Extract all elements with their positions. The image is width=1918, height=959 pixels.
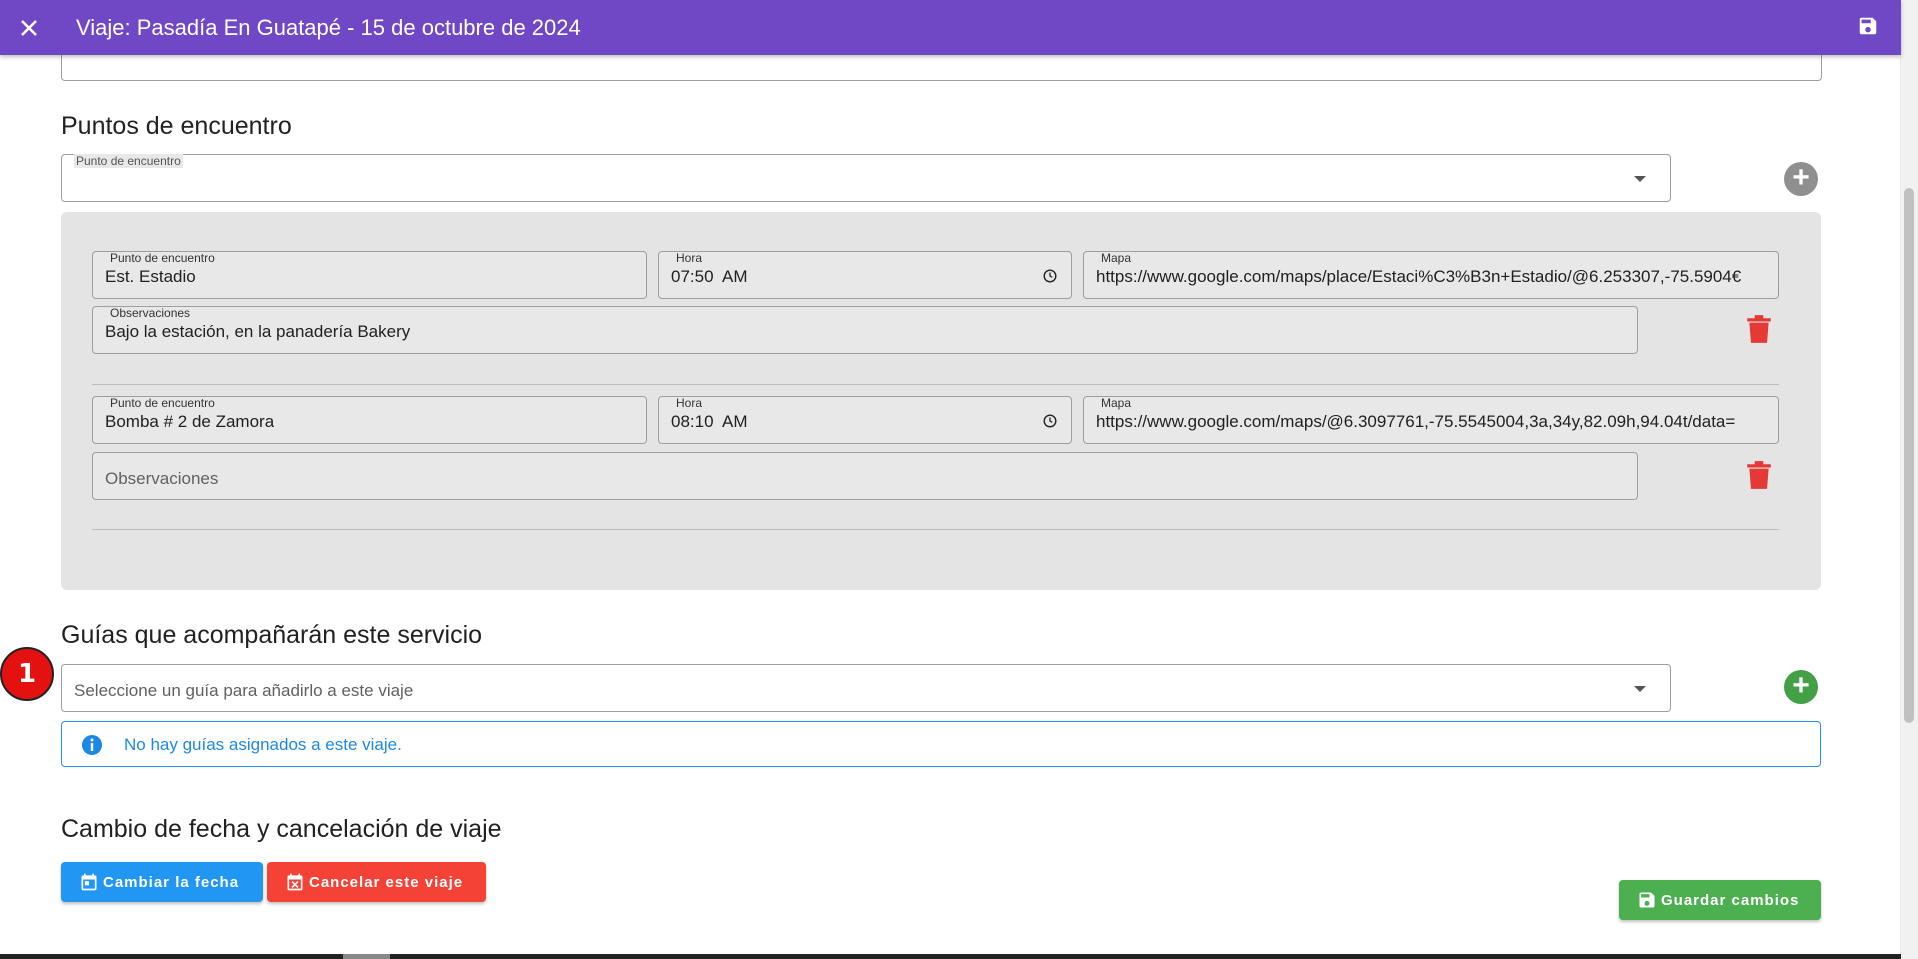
- calendar-remove-icon: [287, 873, 303, 891]
- chevron-down-icon[interactable]: [1634, 176, 1646, 182]
- step-marker: 1: [0, 647, 54, 701]
- save-changes-label: Guardar cambios: [1661, 891, 1800, 909]
- cancel-trip-button[interactable]: Cancelar este viaje: [267, 862, 486, 902]
- meeting-point-value: Bomba # 2 de Zamora: [105, 412, 275, 431]
- alert-text: No hay guías asignados a este viaje.: [124, 735, 402, 754]
- meeting-point-select[interactable]: Punto de encuentro: [61, 154, 1671, 202]
- guide-select[interactable]: Seleccione un guía para añadirlo a este …: [61, 664, 1671, 712]
- plus-icon: +: [1792, 161, 1810, 194]
- entry-divider: [92, 529, 1779, 530]
- meeting-point-field[interactable]: Punto de encuentro Est. Estadio: [92, 251, 647, 299]
- meeting-point-select-label: Punto de encuentro: [74, 154, 183, 168]
- map-url-value: https://www.google.com/maps/place/Estaci…: [1096, 267, 1742, 286]
- time-value: 08:10 AM: [671, 412, 748, 431]
- observations-value: Bajo la estación, en la panadería Bakery: [105, 322, 411, 341]
- page-title: Viaje: Pasadía En Guatapé - 15 de octubr…: [76, 14, 581, 40]
- time-field[interactable]: Hora 08:10 AM: [658, 396, 1072, 444]
- date-change-heading: Cambio de fecha y cancelación de viaje: [61, 815, 502, 843]
- time-field-label: Hora: [676, 251, 703, 265]
- floppy-disk-icon: [1639, 892, 1655, 908]
- add-meeting-point-button[interactable]: +: [1784, 162, 1818, 196]
- observations-field-label: Observaciones: [110, 306, 191, 320]
- meeting-point-value: Est. Estadio: [105, 267, 196, 286]
- calendar-icon: [81, 873, 97, 891]
- time-value: 07:50 AM: [671, 267, 748, 286]
- plus-icon: +: [1792, 669, 1810, 702]
- entry-divider: [92, 384, 1779, 385]
- trash-icon[interactable]: [1746, 314, 1772, 344]
- close-icon[interactable]: [16, 15, 42, 41]
- change-date-button[interactable]: Cambiar la fecha: [61, 862, 263, 902]
- meeting-point-field-label: Punto de encuentro: [110, 396, 215, 410]
- no-guides-alert: No hay guías asignados a este viaje.: [61, 721, 1821, 767]
- clock-icon[interactable]: [1043, 269, 1057, 283]
- map-field-label: Mapa: [1101, 396, 1132, 410]
- info-icon: [82, 735, 102, 755]
- app-bar: Viaje: Pasadía En Guatapé - 15 de octubr…: [0, 0, 1901, 55]
- map-url-field[interactable]: Mapa https://www.google.com/maps/place/E…: [1083, 251, 1779, 299]
- time-field-label: Hora: [676, 396, 703, 410]
- meeting-points-heading: Puntos de encuentro: [61, 112, 292, 140]
- guides-heading: Guías que acompañarán este servicio: [61, 621, 483, 649]
- meeting-point-field[interactable]: Punto de encuentro Bomba # 2 de Zamora: [92, 396, 647, 444]
- trash-icon[interactable]: [1746, 460, 1772, 490]
- map-field-label: Mapa: [1101, 251, 1132, 265]
- bottom-edge: [0, 954, 1901, 959]
- scrollbar-thumb[interactable]: [1904, 188, 1914, 723]
- meeting-point-field-label: Punto de encuentro: [110, 251, 215, 265]
- map-url-value: https://www.google.com/maps/@6.3097761,-…: [1096, 412, 1736, 431]
- add-guide-button[interactable]: +: [1784, 670, 1818, 704]
- guide-select-placeholder: Seleccione un guía para añadirlo a este …: [74, 681, 414, 700]
- observations-field[interactable]: Observaciones Bajo la estación, en la pa…: [92, 306, 1638, 354]
- clock-icon[interactable]: [1043, 414, 1057, 428]
- change-date-label: Cambiar la fecha: [103, 873, 240, 891]
- vertical-scrollbar[interactable]: [1900, 0, 1918, 959]
- chevron-down-icon[interactable]: [1634, 686, 1646, 692]
- floppy-disk-icon[interactable]: [1857, 15, 1883, 41]
- time-field[interactable]: Hora 07:50 AM: [658, 251, 1072, 299]
- cancel-trip-label: Cancelar este viaje: [309, 873, 464, 891]
- observations-placeholder: Observaciones: [105, 469, 219, 488]
- observations-field[interactable]: Observaciones: [92, 452, 1638, 500]
- save-changes-button[interactable]: Guardar cambios: [1619, 880, 1821, 920]
- map-url-field[interactable]: Mapa https://www.google.com/maps/@6.3097…: [1083, 396, 1779, 444]
- bottom-edge-handle: [343, 954, 390, 959]
